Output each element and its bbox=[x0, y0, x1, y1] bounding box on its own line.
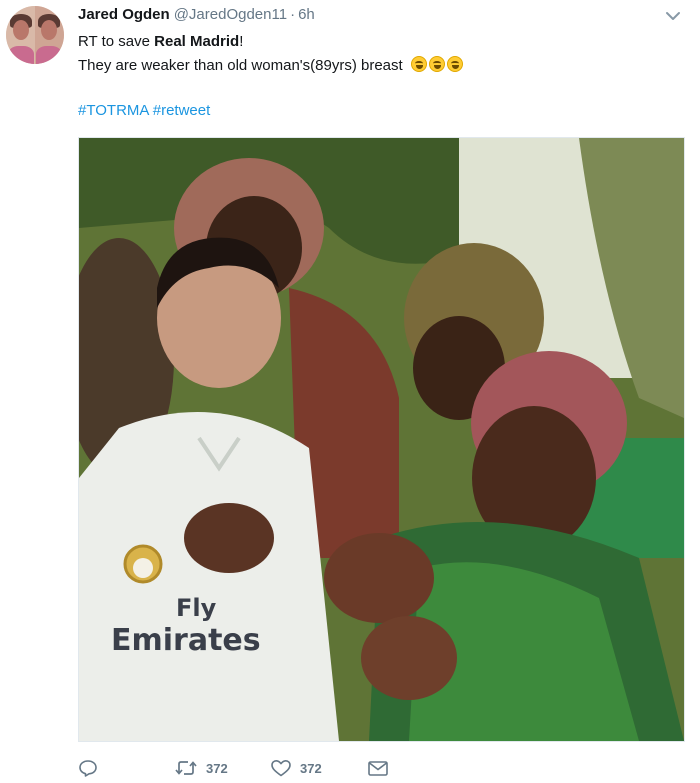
avatar-face-left bbox=[13, 20, 29, 40]
sponsor-text-line-1: Fly bbox=[176, 594, 217, 622]
hashtag-line: #TOTRMA #retweet bbox=[78, 102, 210, 119]
tweet-text-line-2: They are weaker than old woman's(89yrs) … bbox=[78, 56, 463, 74]
tweet-text-suffix: ! bbox=[239, 33, 244, 50]
reply-button[interactable] bbox=[78, 758, 98, 778]
envelope-icon bbox=[367, 758, 389, 778]
tears-of-joy-emoji-icon bbox=[410, 56, 427, 72]
header-separator: · bbox=[290, 6, 296, 23]
tweet-image[interactable]: Fly Emirates bbox=[78, 137, 685, 742]
avatar-face-right bbox=[41, 20, 57, 40]
tweet-text-line-1: RT to save Real Madrid! bbox=[78, 33, 243, 50]
chevron-down-icon[interactable] bbox=[664, 8, 682, 24]
tweet-text-body: They are weaker than old woman's(89yrs) … bbox=[78, 57, 403, 74]
retweet-icon bbox=[174, 758, 198, 778]
tears-of-joy-emoji-icon bbox=[446, 56, 463, 72]
tears-of-joy-emoji-icon bbox=[428, 56, 445, 72]
tweet: Jared Ogden @JaredOgden11 · 6h RT to sav… bbox=[0, 0, 700, 783]
author-handle[interactable]: @JaredOgden11 bbox=[174, 6, 287, 23]
reply-icon bbox=[78, 758, 98, 778]
hashtag-link-totrma[interactable]: #TOTRMA bbox=[78, 102, 149, 119]
emoji-group bbox=[409, 56, 463, 74]
retweet-count: 372 bbox=[206, 760, 228, 776]
tweet-text-bold: Real Madrid bbox=[154, 33, 240, 50]
tweet-timestamp[interactable]: 6h bbox=[298, 6, 315, 23]
avatar[interactable] bbox=[6, 6, 64, 64]
tweet-image-illustration: Fly Emirates bbox=[79, 138, 684, 741]
direct-message-button[interactable] bbox=[367, 758, 389, 778]
sponsor-text-line-2: Emirates bbox=[111, 623, 261, 658]
hashtag-link-retweet[interactable]: #retweet bbox=[153, 102, 211, 119]
tweet-header: Jared Ogden @JaredOgden11 · 6h bbox=[78, 6, 315, 26]
heart-icon bbox=[270, 758, 292, 778]
avatar-shirt-left bbox=[8, 46, 34, 64]
like-button[interactable]: 372 bbox=[270, 758, 322, 778]
author-name[interactable]: Jared Ogden bbox=[78, 6, 170, 23]
tweet-text-prefix: RT to save bbox=[78, 33, 155, 50]
avatar-shirt-right bbox=[36, 46, 62, 64]
retweet-button[interactable]: 372 bbox=[174, 758, 228, 778]
like-count: 372 bbox=[300, 760, 322, 776]
